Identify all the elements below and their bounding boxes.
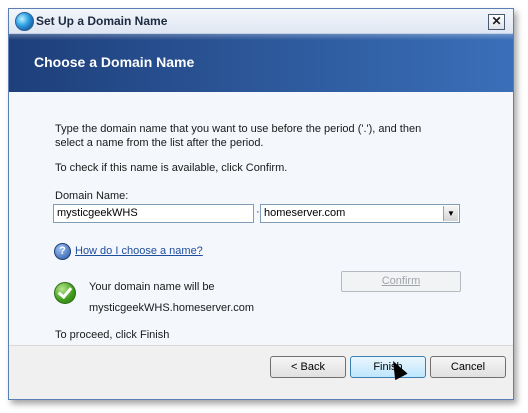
setup-dialog: Set Up a Domain Name ✕ Choose a Domain N…	[8, 8, 514, 400]
cancel-button[interactable]: Cancel	[430, 356, 506, 378]
header-banner: Choose a Domain Name	[9, 34, 513, 92]
full-domain-name: mysticgeekWHS.homeserver.com	[89, 302, 255, 314]
title-bar: Set Up a Domain Name ✕	[9, 9, 513, 34]
domain-suffix-value: homeserver.com	[264, 207, 346, 219]
proceed-instructions: To proceed, click Finish	[55, 329, 170, 341]
domain-suffix-select[interactable]: homeserver.com ▼	[260, 204, 460, 223]
back-button[interactable]: < Back	[270, 356, 346, 378]
back-label: < Back	[291, 361, 325, 373]
status-message: Your domain name will be	[89, 281, 215, 293]
cancel-label: Cancel	[450, 361, 486, 373]
content-area: Type the domain name that you want to us…	[9, 92, 513, 345]
domain-name-input[interactable]: mysticgeekWHS	[53, 204, 254, 223]
page-title: Choose a Domain Name	[34, 54, 195, 70]
confirm-button[interactable]: Confirm	[341, 271, 461, 292]
intro-line-2: select a name from the list after the pe…	[55, 137, 264, 149]
intro-line-1: Type the domain name that you want to us…	[55, 123, 422, 135]
banner-shine	[9, 34, 513, 40]
close-button[interactable]: ✕	[488, 14, 505, 30]
confirm-label: Confirm	[381, 275, 421, 287]
window-title: Set Up a Domain Name	[36, 14, 168, 28]
domain-name-label: Domain Name:	[55, 190, 129, 202]
button-bar: < Back Finish Cancel	[9, 345, 513, 399]
globe-icon	[15, 12, 34, 31]
chevron-down-icon[interactable]: ▼	[443, 206, 458, 221]
help-link[interactable]: How do I choose a name?	[75, 245, 203, 257]
help-icon[interactable]: ?	[54, 243, 71, 260]
checkmark-icon	[54, 282, 76, 304]
check-instructions: To check if this name is available, clic…	[55, 162, 288, 174]
